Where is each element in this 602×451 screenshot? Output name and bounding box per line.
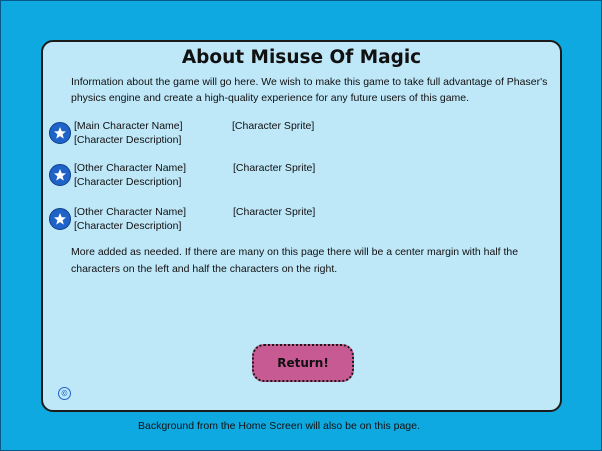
character-name: [Other Character Name] — [74, 162, 187, 174]
character-sprite: [Character Sprite] — [233, 206, 316, 218]
character-entry-main: [Main Character Name] [Character Descrip… — [49, 120, 529, 154]
about-screen: About Misuse Of Magic Information about … — [0, 0, 602, 451]
star-icon — [49, 208, 71, 230]
character-description: [Character Description] — [74, 134, 182, 146]
character-description: [Character Description] — [74, 176, 182, 188]
intro-text: Information about the game will go here.… — [71, 76, 548, 104]
character-sprite: [Character Sprite] — [233, 162, 316, 174]
about-panel: About Misuse Of Magic Information about … — [41, 40, 562, 412]
page-title: About Misuse Of Magic — [181, 47, 422, 68]
more-info-text: More added as needed. If there are many … — [71, 246, 519, 275]
character-name: [Main Character Name] — [74, 120, 183, 132]
star-icon — [49, 164, 71, 186]
character-entry-other-1: [Other Character Name] [Character Descri… — [49, 162, 529, 196]
footer-note: Background from the Home Screen will als… — [138, 420, 420, 432]
star-icon — [49, 122, 71, 144]
character-description: [Character Description] — [74, 220, 182, 232]
return-button[interactable]: Return! — [252, 344, 354, 382]
character-entry-other-2: [Other Character Name] [Character Descri… — [49, 206, 529, 240]
character-name: [Other Character Name] — [74, 206, 187, 218]
character-sprite: [Character Sprite] — [232, 120, 315, 132]
copyright-icon: © — [58, 387, 71, 400]
